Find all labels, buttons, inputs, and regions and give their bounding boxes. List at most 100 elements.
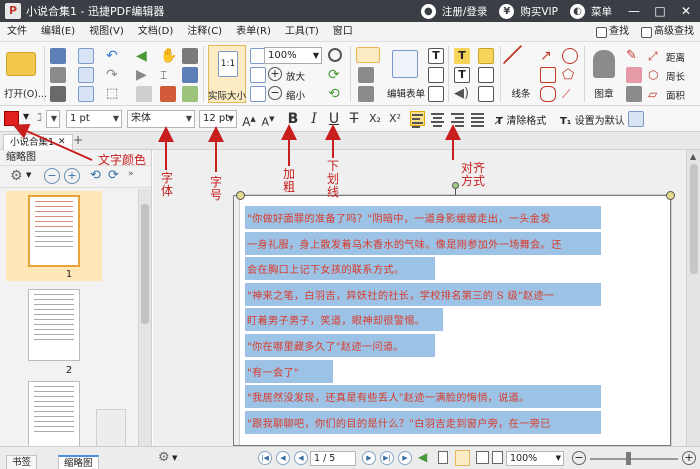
eraser-icon[interactable] xyxy=(626,67,642,83)
more-icon[interactable]: » xyxy=(128,169,134,179)
zoom-out-label[interactable]: 缩小 xyxy=(286,88,305,102)
properties-icon[interactable] xyxy=(628,111,644,127)
zoom-in-thumb-icon[interactable]: + xyxy=(64,168,80,184)
typewriter-icon[interactable]: T xyxy=(454,48,470,64)
set-default-button[interactable]: T₁ 设置为默认 xyxy=(560,112,625,127)
area-label[interactable]: 面积 xyxy=(666,88,685,102)
redo-icon[interactable]: ↷ xyxy=(106,67,122,83)
gear-icon[interactable]: ⚙ xyxy=(10,168,23,184)
distance-icon[interactable]: ⤢ xyxy=(648,48,664,64)
new-tab-icon[interactable]: + xyxy=(73,133,83,147)
camera-icon[interactable] xyxy=(182,48,198,64)
rotation-handle[interactable] xyxy=(452,182,459,189)
back-view-icon[interactable]: ◀ xyxy=(418,450,427,464)
user-icon[interactable]: ● xyxy=(420,3,436,19)
minimize-button[interactable]: — xyxy=(624,0,644,22)
rotate-right-icon[interactable]: ⟳ xyxy=(108,168,119,183)
font-select[interactable]: 宋体 ▼ xyxy=(127,110,195,128)
new-doc-icon[interactable] xyxy=(78,48,94,64)
continuous-page-icon[interactable] xyxy=(455,450,470,466)
select-icon[interactable]: ⬚ xyxy=(106,86,122,102)
resize-handle-top-right[interactable] xyxy=(666,191,675,200)
align-left-button[interactable] xyxy=(410,111,425,128)
prev-view-button[interactable]: ◀ xyxy=(294,451,308,465)
menu-view[interactable]: 视图(V) xyxy=(82,22,131,42)
maximize-button[interactable]: □ xyxy=(650,0,670,22)
view-settings-icon[interactable]: ⚙ xyxy=(158,450,170,465)
view-settings-dropdown-icon[interactable]: ▼ xyxy=(172,454,177,462)
line-button[interactable]: 线条 xyxy=(502,44,540,102)
prev-page-button[interactable]: ◀ xyxy=(276,451,290,465)
advanced-find-button[interactable]: 高级查找 xyxy=(637,24,698,40)
bold-button[interactable]: B xyxy=(284,109,302,129)
clear-format-button[interactable]: T̸ 清除格式 xyxy=(496,112,546,127)
menu-window[interactable]: 窗口 xyxy=(326,22,360,42)
attachment-icon[interactable] xyxy=(478,86,494,102)
rotate-icon[interactable]: ⟳ xyxy=(328,67,344,83)
subscript-button[interactable]: X₂ xyxy=(366,109,384,129)
zoom-out-icon[interactable]: − xyxy=(268,86,282,100)
edit-form-button[interactable]: 编辑表单 xyxy=(386,46,426,102)
stamp-small-icon[interactable] xyxy=(626,86,642,102)
font-size-select[interactable]: 12 pt ▼ xyxy=(199,110,237,128)
page-thumbnail-3[interactable] xyxy=(28,381,80,453)
align-right-button[interactable] xyxy=(450,111,465,127)
shrink-font-button[interactable]: A▼ xyxy=(260,109,276,129)
arrange-icon[interactable] xyxy=(428,86,444,102)
line-width-select[interactable]: 1 pt ▼ xyxy=(66,110,122,128)
magnifier-icon[interactable] xyxy=(328,48,342,62)
email-icon[interactable] xyxy=(50,86,66,102)
menu-tools[interactable]: 工具(T) xyxy=(278,22,326,42)
zoom-select[interactable]: 100% ▼ xyxy=(264,47,322,64)
selected-text-block[interactable]: "你做好面罪的准备了吗？"阴暗中，一道身影缓缓走出，一头金发 一身礼服，身上散发… xyxy=(245,204,601,434)
pencil-icon[interactable]: ✎ xyxy=(626,48,642,64)
grow-font-button[interactable]: A▲ xyxy=(241,109,257,129)
polygon-icon[interactable]: ⬠ xyxy=(562,67,578,83)
menu-comment[interactable]: 注释(C) xyxy=(180,22,229,42)
edit-text-icon[interactable] xyxy=(356,47,380,63)
align-justify-button[interactable] xyxy=(470,111,485,127)
print-icon[interactable] xyxy=(50,67,66,83)
find-button[interactable]: 查找 xyxy=(592,24,633,40)
text-color-button[interactable] xyxy=(4,111,19,126)
back-icon[interactable]: ◀ xyxy=(136,48,152,64)
single-page-icon[interactable] xyxy=(438,451,448,464)
rotate-left-icon[interactable]: ⟲ xyxy=(90,168,101,183)
highlight-text-icon[interactable]: T xyxy=(454,67,470,83)
text-box-icon[interactable]: T xyxy=(428,48,444,64)
fit-width-icon[interactable] xyxy=(250,67,266,83)
superscript-button[interactable]: X² xyxy=(386,109,404,129)
yen-icon[interactable]: ¥ xyxy=(499,3,515,19)
thumbnail-scrollbar[interactable] xyxy=(138,189,151,453)
close-button[interactable]: ✕ xyxy=(676,0,696,22)
status-zoom-select[interactable]: 100% ▼ xyxy=(506,451,564,466)
line-dropdown[interactable]: ▼ xyxy=(46,110,60,128)
camera-small-icon[interactable] xyxy=(136,86,152,102)
status-zoom-out-icon[interactable]: − xyxy=(572,451,586,465)
undo-icon[interactable]: ↶ xyxy=(106,48,122,64)
crop-page-icon[interactable] xyxy=(428,67,444,83)
arrow-shape-icon[interactable]: ↗ xyxy=(540,48,556,64)
polyline-icon[interactable]: ⟋ xyxy=(562,86,578,102)
thumbnail-tab[interactable]: 缩略图 xyxy=(58,455,99,469)
zoom-in-icon[interactable]: + xyxy=(268,67,282,81)
stamp-button[interactable]: 图章 xyxy=(588,46,620,102)
buy-vip-link[interactable]: 购买VIP xyxy=(520,4,558,19)
tab-close-icon[interactable]: ✕ xyxy=(58,135,66,150)
page-thumbnail-1[interactable] xyxy=(28,195,80,267)
page-number-input[interactable]: 1 / 5 xyxy=(310,451,356,466)
open-button[interactable]: 打开(O)... xyxy=(4,46,47,102)
facing-page-icon[interactable] xyxy=(476,451,489,464)
cloud-icon[interactable] xyxy=(540,86,556,102)
actual-size-button[interactable]: 1:1 实际大小 xyxy=(208,45,246,103)
perimeter-icon[interactable]: ⬡ xyxy=(648,67,664,83)
align-center-button[interactable] xyxy=(430,111,445,127)
zoom-slider-track[interactable] xyxy=(590,458,678,460)
bookmark-tab[interactable]: 书签 xyxy=(6,455,38,469)
color-dropdown-arrow[interactable]: ▼ xyxy=(23,112,29,121)
edit-object-icon[interactable] xyxy=(358,67,374,83)
perimeter-label[interactable]: 周长 xyxy=(666,69,685,83)
text-select-icon[interactable]: ⌶ xyxy=(160,67,176,83)
image-icon[interactable] xyxy=(182,86,198,102)
last-page-button[interactable]: ▶| xyxy=(380,451,394,465)
